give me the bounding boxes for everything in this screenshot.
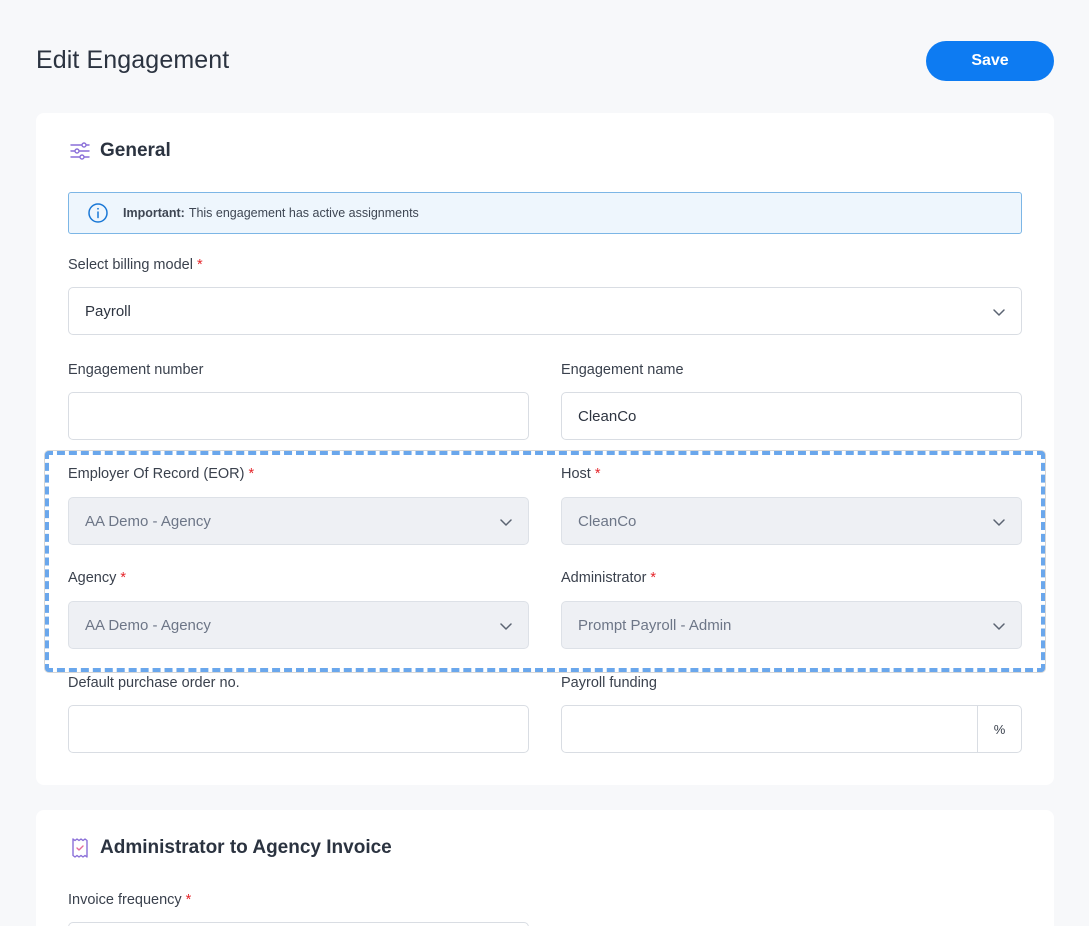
general-header: General (68, 139, 171, 163)
invoice-header: Administrator to Agency Invoice (68, 836, 392, 860)
administrator-select[interactable]: Prompt Payroll - Admin (561, 601, 1022, 649)
invoice-title: Administrator to Agency Invoice (100, 837, 392, 858)
required-mark: * (594, 466, 601, 482)
chevron-down-icon (498, 514, 514, 530)
sliders-icon (68, 139, 92, 163)
percent-suffix: % (977, 706, 1021, 752)
host-label: Host * (561, 466, 600, 482)
engagement-name-input[interactable]: CleanCo (561, 392, 1022, 440)
agency-select[interactable]: AA Demo - Agency (68, 601, 529, 649)
payroll-funding-input[interactable]: % (561, 705, 1022, 753)
required-mark: * (248, 466, 255, 482)
billing-model-label: Select billing model * (68, 257, 203, 273)
important-alert: Important: This engagement has active as… (68, 192, 1022, 234)
agency-label: Agency * (68, 570, 126, 586)
chevron-down-icon (991, 514, 1007, 530)
engagement-number-label: Engagement number (68, 362, 204, 378)
required-mark: * (196, 257, 203, 273)
host-value: CleanCo (578, 512, 637, 530)
engagement-name-value: CleanCo (578, 407, 637, 425)
administrator-label: Administrator * (561, 570, 656, 586)
required-mark: * (120, 570, 127, 586)
alert-text: This engagement has active assignments (188, 206, 419, 220)
payroll-funding-label: Payroll funding (561, 675, 657, 691)
billing-model-value: Payroll (85, 302, 131, 320)
purchase-order-input[interactable] (68, 705, 529, 753)
general-card: General Important: This engagement has a… (36, 113, 1054, 785)
purchase-order-label: Default purchase order no. (68, 675, 240, 691)
general-title: General (100, 140, 171, 161)
info-circle-icon (87, 202, 109, 224)
eor-value: AA Demo - Agency (85, 512, 211, 530)
host-select[interactable]: CleanCo (561, 497, 1022, 545)
eor-label-text: Employer Of Record (EOR) (68, 466, 245, 482)
alert-strong: Important: (123, 206, 185, 220)
engagement-name-label: Engagement name (561, 362, 684, 378)
invoice-frequency-select[interactable] (68, 922, 529, 926)
invoice-card: Administrator to Agency Invoice Invoice … (36, 810, 1054, 926)
page-title: Edit Engagement (36, 46, 230, 74)
eor-select[interactable]: AA Demo - Agency (68, 497, 529, 545)
engagement-number-input[interactable] (68, 392, 529, 440)
agency-value: AA Demo - Agency (85, 616, 211, 634)
billing-model-select[interactable]: Payroll (68, 287, 1022, 335)
chevron-down-icon (991, 304, 1007, 320)
required-mark: * (185, 892, 192, 908)
invoice-frequency-label: Invoice frequency * (68, 892, 191, 908)
host-label-text: Host (561, 466, 591, 482)
billing-model-label-text: Select billing model (68, 257, 193, 273)
chevron-down-icon (991, 618, 1007, 634)
invoice-frequency-label-text: Invoice frequency (68, 892, 182, 908)
save-button[interactable]: Save (926, 41, 1054, 81)
required-mark: * (650, 570, 657, 586)
administrator-value: Prompt Payroll - Admin (578, 616, 732, 634)
agency-label-text: Agency (68, 570, 117, 586)
administrator-label-text: Administrator (561, 570, 647, 586)
chevron-down-icon (498, 618, 514, 634)
eor-label: Employer Of Record (EOR) * (68, 466, 254, 482)
receipt-icon (68, 836, 92, 860)
